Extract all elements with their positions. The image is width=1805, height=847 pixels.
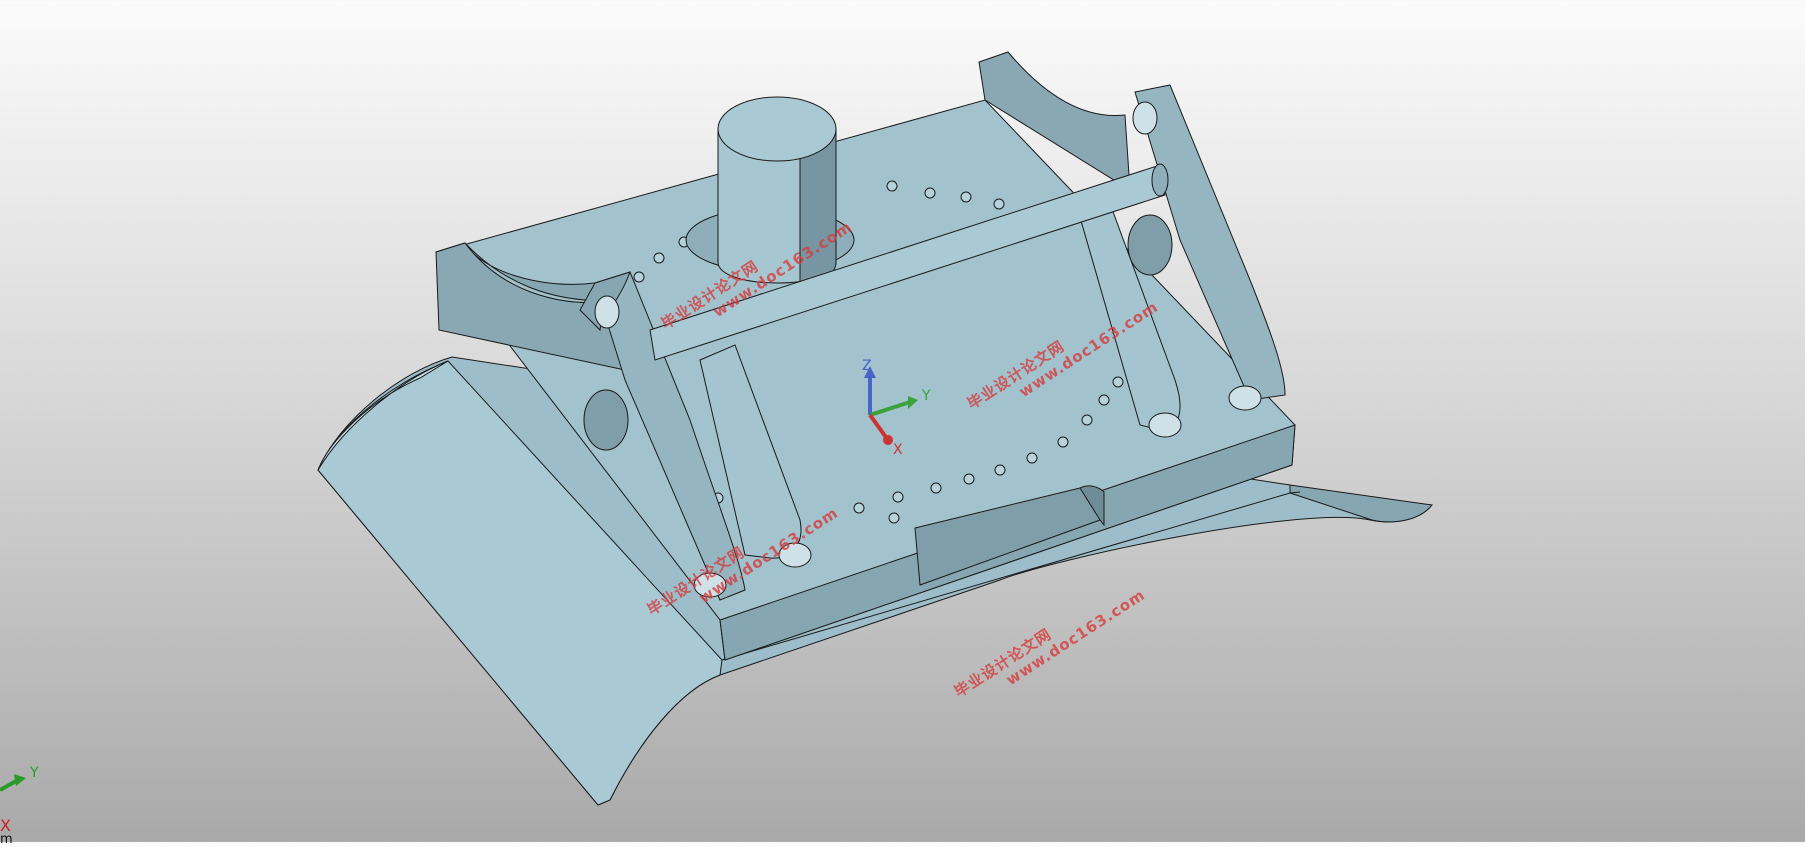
view-triad-partial-label: m	[0, 832, 13, 847]
fixture-model[interactable]	[0, 0, 1805, 842]
cad-3d-viewport[interactable]: Z Y X Y X m 毕业设计论文网 www.doc163.com 毕业设计论…	[0, 0, 1805, 847]
view-triad-y-label: Y	[30, 765, 39, 781]
triad-x-label: X	[893, 442, 903, 458]
view-orientation-triad	[0, 774, 26, 792]
triad-z-label: Z	[862, 358, 872, 374]
triad-y-label: Y	[922, 388, 931, 404]
